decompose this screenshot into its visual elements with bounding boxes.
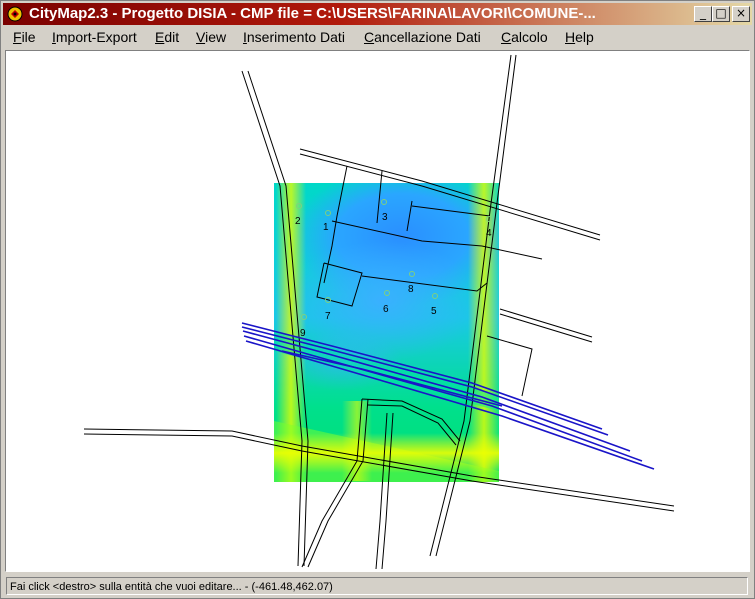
svg-text:7: 7 — [325, 311, 331, 322]
menu-inserimento-dati[interactable]: Inserimento Dati — [243, 28, 345, 46]
app-window: CityMap2.3 - Progetto DISIA - CMP file =… — [0, 0, 755, 599]
svg-text:8: 8 — [408, 284, 414, 295]
menu-cancellazione-dati[interactable]: Cancellazione Dati — [364, 28, 481, 46]
map-view[interactable]: 1 2 3 4 5 6 7 8 9 — [6, 51, 749, 571]
minimize-icon: _ — [700, 6, 706, 20]
close-icon: × — [735, 6, 747, 20]
svg-text:9: 9 — [300, 328, 306, 339]
svg-text:1: 1 — [323, 222, 329, 233]
svg-text:6: 6 — [383, 304, 389, 315]
menu-bar: File Import-Export Edit View Inserimento… — [3, 26, 752, 48]
svg-text:3: 3 — [382, 212, 388, 223]
status-bar: Fai click <destro> sulla entità che vuoi… — [3, 575, 752, 597]
maximize-icon: □ — [715, 6, 727, 20]
menu-import-export[interactable]: Import-Export — [52, 28, 137, 46]
title-bar[interactable]: CityMap2.3 - Progetto DISIA - CMP file =… — [3, 3, 752, 25]
menu-help[interactable]: Help — [565, 28, 594, 46]
status-text: Fai click <destro> sulla entità che vuoi… — [6, 577, 748, 595]
citymap-app-icon[interactable] — [7, 6, 23, 22]
window-title: CityMap2.3 - Progetto DISIA - CMP file =… — [29, 5, 596, 22]
menu-edit[interactable]: Edit — [155, 28, 179, 46]
map-canvas[interactable]: 1 2 3 4 5 6 7 8 9 — [5, 50, 750, 572]
maximize-button[interactable]: □ — [712, 6, 730, 22]
svg-text:4: 4 — [486, 228, 492, 239]
minimize-button[interactable]: _ — [694, 6, 712, 22]
svg-text:2: 2 — [295, 216, 301, 227]
menu-calcolo[interactable]: Calcolo — [501, 28, 548, 46]
svg-text:5: 5 — [431, 306, 437, 317]
menu-file[interactable]: File — [13, 28, 36, 46]
menu-view[interactable]: View — [196, 28, 226, 46]
close-button[interactable]: × — [732, 6, 750, 22]
